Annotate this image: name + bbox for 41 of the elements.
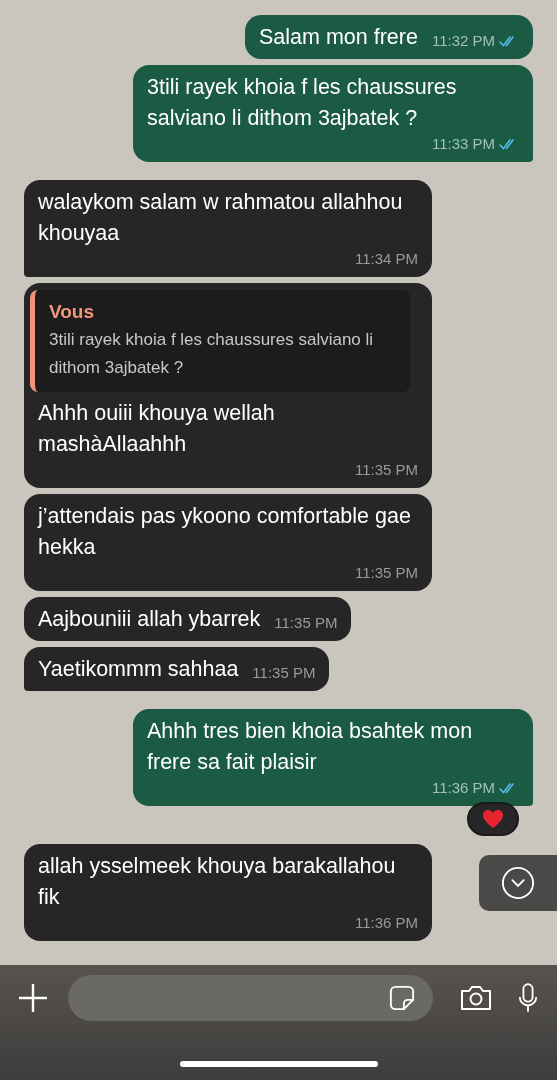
message-time: 11:36 PM: [354, 913, 418, 933]
message-text: allah ysselmeek khouya barakallahou fik: [38, 853, 397, 911]
message-text: walaykom salam w rahmatou allahhou khouyaa: [38, 189, 404, 247]
attach-button[interactable]: [18, 983, 48, 1013]
message-bubble[interactable]: j’attendais pas ykoono comfortable gae hekka 11:35 PM: [24, 494, 432, 591]
message-text: 3tili rayek khoia f les chaussures salviano li dithom 3ajbatek ?: [147, 74, 458, 132]
sticker-icon: [389, 985, 415, 1011]
microphone-button[interactable]: [517, 981, 539, 1015]
message-bubble[interactable]: 3tili rayek khoia f les chaussures salviano li dithom 3ajbatek ? 11:33 PM: [133, 65, 533, 162]
message-input-field[interactable]: [68, 975, 433, 1021]
chevron-down-icon: [501, 866, 535, 900]
message-bubble[interactable]: allah ysselmeek khouya barakallahou fik 11:36 PM: [24, 844, 432, 941]
message-text: Ahhh ouiii khouya wellah mashàAllaahhh: [38, 400, 276, 458]
message-text: Aajbouniii allah ybarrek: [38, 606, 261, 633]
camera-button[interactable]: [459, 984, 493, 1012]
message-time: 11:33 PM: [431, 134, 495, 154]
message-text: Yaetikommm sahhaa: [38, 656, 239, 683]
message-bubble[interactable]: Salam mon frere 11:32 PM: [245, 15, 533, 59]
plus-icon: [18, 983, 48, 1013]
message-bubble[interactable]: walaykom salam w rahmatou allahhou khouyaa 11:34 PM: [24, 180, 432, 277]
message-bubble[interactable]: Aajbouniii allah ybarrek 11:35 PM: [24, 597, 352, 641]
message-time: 11:35 PM: [354, 563, 418, 583]
quote-text: 3tili rayek khoia f les chaussures salviano li dithom 3ajbatek ?: [49, 329, 375, 379]
message-bubble[interactable]: Yaetikommm sahhaa 11:35 PM: [24, 647, 330, 691]
message-text: Ahhh tres bien khoia bsahtek mon frere sa fait plaisir: [147, 718, 474, 776]
camera-icon: [459, 984, 493, 1012]
quoted-message[interactable]: Vous 3tili rayek khoia f les chaussures salviano li dithom 3ajbatek ?: [30, 290, 410, 392]
quote-author: Vous: [49, 300, 96, 324]
message-bubble[interactable]: Ahhh tres bien khoia bsahtek mon frere sa fait plaisir 11:36 PM: [133, 709, 533, 806]
message-time: 11:32 PM: [431, 31, 495, 51]
message-time: 11:35 PM: [274, 613, 338, 633]
message-time: 11:35 PM: [354, 460, 418, 480]
scroll-down-button[interactable]: [479, 855, 557, 911]
message-bubble[interactable]: Vous 3tili rayek khoia f les chaussures salviano li dithom 3ajbatek ? Ahhh ouiii khouya wellah mashàAllaahhh 11:35 PM: [24, 283, 432, 488]
microphone-icon: [517, 981, 539, 1015]
reaction-pill[interactable]: [467, 802, 519, 836]
message-time: 11:34 PM: [354, 249, 418, 269]
message-text: j’attendais pas ykoono comfortable gae hekka: [38, 503, 412, 561]
message-text: Salam mon frere: [259, 24, 418, 51]
message-time: 11:36 PM: [431, 778, 495, 798]
message-time: 11:35 PM: [252, 663, 316, 683]
